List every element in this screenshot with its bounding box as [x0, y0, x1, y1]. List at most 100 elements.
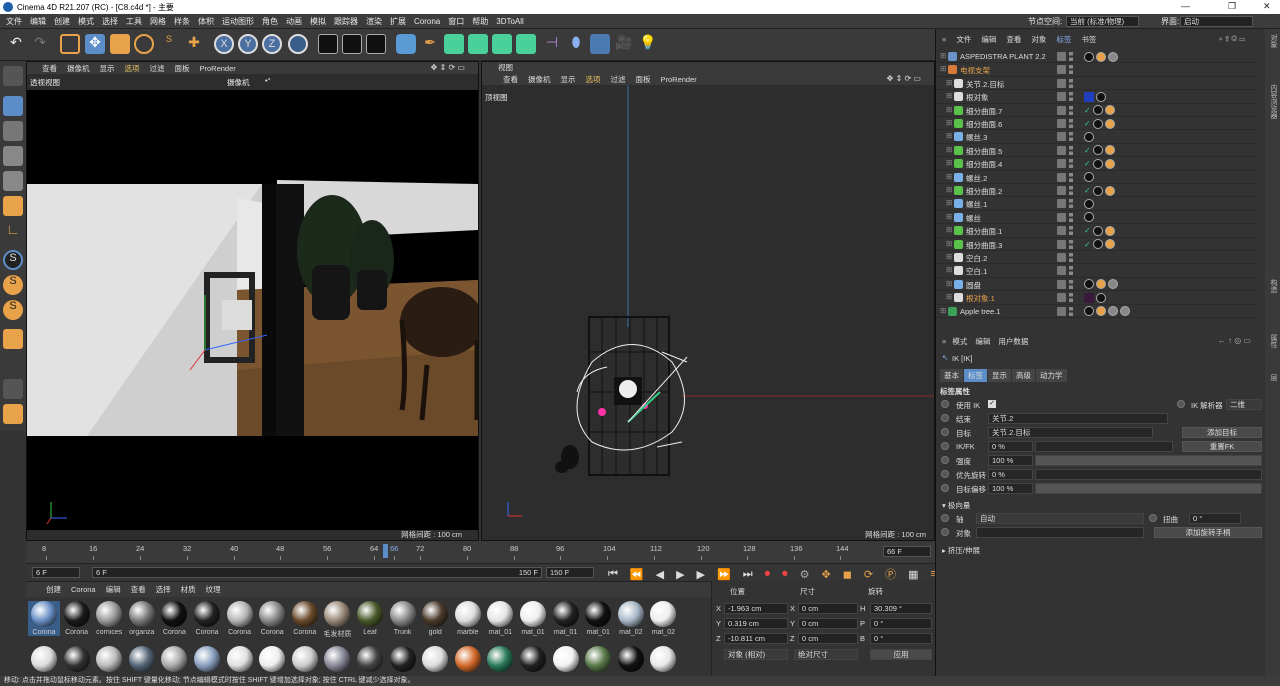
axis-radio[interactable] — [941, 514, 949, 522]
strength-radio[interactable] — [941, 456, 949, 464]
target-offset-slider[interactable] — [1035, 483, 1262, 494]
material-swatch[interactable] — [550, 646, 582, 674]
extrude-icon[interactable] — [468, 34, 488, 54]
redo-icon[interactable]: ↷ — [30, 34, 50, 54]
ikfk-radio[interactable] — [941, 442, 949, 450]
render-dot-icon[interactable] — [1069, 92, 1073, 102]
menu-item[interactable]: 样条 — [174, 16, 190, 27]
material-menu-item[interactable]: 查看 — [131, 584, 146, 595]
object-row[interactable]: ⊞ 螺丝.1 — [936, 197, 1256, 211]
tag-icon[interactable] — [1096, 292, 1106, 303]
check-tag-icon[interactable]: ✓ — [1084, 159, 1091, 168]
visibility-checkbox[interactable] — [1057, 266, 1066, 276]
expand-toggle-icon[interactable]: ⊞ — [946, 212, 952, 221]
render-dot-icon[interactable] — [1069, 279, 1073, 289]
playhead[interactable] — [383, 544, 388, 558]
viewport-menu-item[interactable]: ProRender — [200, 64, 236, 73]
move-icon[interactable]: ✥ — [85, 34, 105, 54]
material-swatch[interactable] — [615, 646, 647, 674]
object-row[interactable]: ⊞ 细分曲面.6 ✓ — [936, 117, 1256, 131]
material-swatch[interactable] — [354, 646, 386, 674]
object-row[interactable]: ⊞ 根对象.1 — [936, 291, 1256, 305]
target-offset-field[interactable]: 100 % — [988, 483, 1033, 494]
tag-icon[interactable] — [1084, 131, 1094, 142]
object-menu-item[interactable]: 查看 — [1006, 34, 1021, 45]
side-tab[interactable]: 构造 — [1268, 279, 1278, 293]
expand-toggle-icon[interactable]: ⊞ — [946, 131, 952, 140]
key-param-icon[interactable]: Ⓟ — [885, 566, 896, 582]
polygon-mode-icon[interactable] — [3, 196, 23, 216]
top-viewport[interactable]: 视图 查看 摄像机 显示 选项 过滤 面板 ProRender ✥ ⇕ ⟳ ▭ 顶视图 网格… — [481, 61, 935, 541]
use-ik-checkbox[interactable]: ✓ — [988, 400, 996, 408]
viewport-menu-item[interactable]: 选项 — [125, 63, 140, 74]
tag-icon[interactable] — [1092, 225, 1103, 236]
tag-icon[interactable] — [1084, 172, 1094, 183]
material-tag-icon[interactable] — [1084, 91, 1094, 102]
edge-mode-icon[interactable] — [3, 171, 23, 191]
layout-select[interactable]: 启动 — [1180, 16, 1253, 27]
menu-item[interactable]: 扩展 — [390, 16, 406, 27]
visibility-checkbox[interactable] — [1057, 212, 1066, 222]
material-swatch[interactable] — [126, 646, 158, 674]
prev-frame-icon[interactable]: ◀ — [656, 568, 664, 581]
tag-icon[interactable] — [1084, 198, 1094, 209]
tag-icon[interactable] — [1096, 306, 1106, 317]
tag-icon[interactable] — [1108, 279, 1118, 290]
magnet-icon[interactable] — [3, 329, 23, 349]
model-mode-icon[interactable] — [3, 96, 23, 116]
tag-icon[interactable] — [1092, 105, 1103, 116]
twist-field[interactable]: 0 ° — [1189, 513, 1241, 524]
object-row[interactable]: ⊞ 细分曲面.2 ✓ — [936, 184, 1256, 198]
material-swatch[interactable]: 毛发材质 — [321, 601, 353, 639]
menu-item[interactable]: 3DToAll — [496, 17, 524, 26]
render-dot-icon[interactable] — [1069, 119, 1073, 128]
viewport-menu-item[interactable]: 摄像机 — [67, 63, 90, 74]
object-menu-item[interactable]: 标签 — [1056, 34, 1071, 45]
material-swatch[interactable]: mat_02 — [647, 601, 679, 636]
make-editable-icon[interactable] — [3, 66, 23, 86]
tag-icon[interactable] — [1104, 158, 1115, 169]
material-swatch[interactable]: Corona — [224, 601, 256, 636]
menu-item[interactable]: 网格 — [150, 16, 166, 27]
priority-radio[interactable] — [941, 470, 949, 478]
tag-icon[interactable] — [1084, 279, 1094, 290]
prev-key-icon[interactable]: ⏪ — [630, 568, 644, 581]
material-swatch[interactable]: marble — [452, 601, 484, 636]
reset-fk-button[interactable]: 重置FK — [1182, 441, 1262, 452]
maximize-icon[interactable]: ❐ — [1228, 1, 1236, 12]
tag-icon[interactable] — [1092, 239, 1103, 250]
attribute-menu-item[interactable]: 用户数据 — [998, 336, 1028, 347]
tag-icon[interactable] — [1092, 185, 1103, 196]
tag-icon[interactable] — [1092, 145, 1103, 156]
attribute-menu-item[interactable]: 编辑 — [975, 336, 990, 347]
render-settings-icon[interactable] — [366, 34, 386, 54]
tag-icon[interactable] — [1120, 306, 1130, 317]
menu-item[interactable]: 窗口 — [448, 16, 464, 27]
key-scale-icon[interactable]: ◼ — [843, 568, 852, 581]
close-icon[interactable]: ✕ — [1263, 1, 1271, 12]
subdivision-icon[interactable] — [444, 34, 464, 54]
x-axis-icon[interactable]: X — [214, 34, 234, 54]
record-icon[interactable]: ⏺ — [765, 568, 771, 581]
coord-mode-select[interactable]: 对象 (相对) — [724, 649, 788, 660]
render-dot-icon[interactable] — [1069, 65, 1073, 75]
object-menu-item[interactable]: 文件 — [956, 34, 971, 45]
visibility-checkbox[interactable] — [1057, 306, 1066, 316]
check-tag-icon[interactable]: ✓ — [1084, 146, 1091, 155]
start-frame-field[interactable]: 6 F — [32, 567, 80, 578]
current-frame-field[interactable]: 66 F — [883, 546, 931, 557]
render-dot-icon[interactable] — [1069, 145, 1073, 155]
position-x-field[interactable]: -1.963 cm — [724, 603, 788, 614]
priority-field[interactable]: 0 % — [988, 469, 1033, 480]
render-dot-icon[interactable] — [1069, 293, 1073, 303]
end-frame-field[interactable]: 150 F — [546, 567, 594, 578]
visibility-checkbox[interactable] — [1057, 105, 1066, 115]
select-icon[interactable] — [60, 34, 80, 54]
twist-radio[interactable] — [1149, 514, 1157, 522]
menu-item[interactable]: 帮助 — [472, 16, 488, 27]
viewport-menu-item[interactable]: 显示 — [100, 63, 115, 74]
material-menu-item[interactable]: 创建 — [46, 584, 61, 595]
perspective-viewport[interactable]: 查看 摄像机 显示 选项 过滤 面板 ProRender ✥ ⇕ ⟳ ▭ 透视视图 摄像机 … — [26, 61, 479, 541]
render-icon[interactable] — [342, 34, 362, 54]
material-swatch[interactable]: Corona — [158, 601, 190, 636]
